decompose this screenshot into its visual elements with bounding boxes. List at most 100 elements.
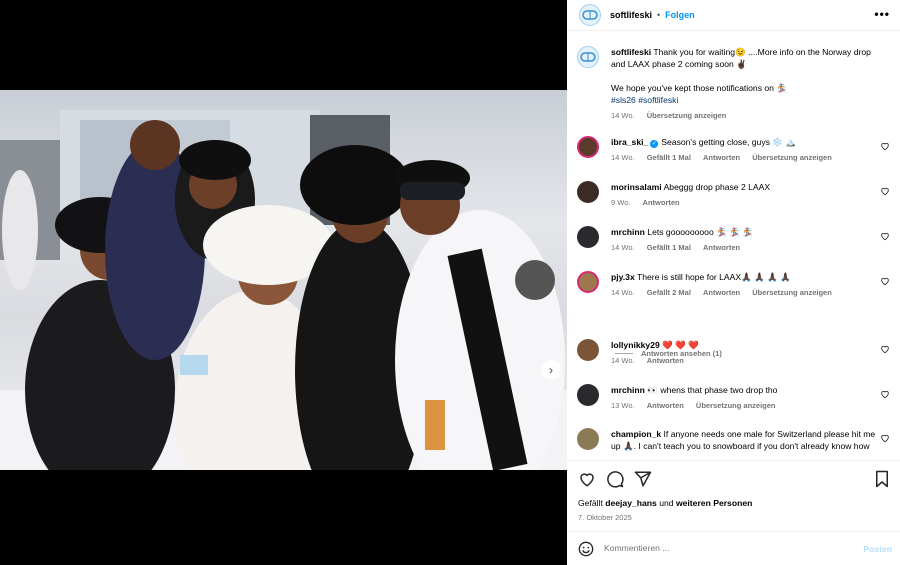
reply-button[interactable]: Antworten <box>703 243 740 252</box>
caption-username[interactable]: softlifeski <box>611 47 651 57</box>
follow-button[interactable]: Folgen <box>665 10 695 20</box>
avatar[interactable] <box>577 46 599 68</box>
comment-age: 9 Wo. <box>611 198 631 207</box>
comments-list[interactable]: softlifeski Thank you for waiting😉 ....M… <box>567 36 900 460</box>
translate-link[interactable]: Übersetzung anzeigen <box>752 288 832 297</box>
post-date[interactable]: 7. Oktober 2025 <box>578 513 632 522</box>
comment-text: Season's getting close, guys ❄️ 🏔️ <box>661 137 797 147</box>
header-separator: • <box>657 10 661 20</box>
group-photo-illustration <box>0 110 567 470</box>
comment-body: lollynikky29 ❤️ ❤️ ❤️ 14 Wo. Antworten <box>611 339 881 367</box>
translate-link[interactable]: Übersetzung anzeigen <box>696 401 776 410</box>
chevron-right-icon: › <box>549 363 553 377</box>
reply-button[interactable]: Antworten <box>647 356 684 365</box>
comment-button[interactable] <box>606 470 624 493</box>
comment-input[interactable] <box>604 543 834 553</box>
next-slide-button[interactable]: › <box>541 360 561 380</box>
heart-icon[interactable] <box>880 389 890 399</box>
save-button[interactable] <box>874 470 890 493</box>
like-button[interactable] <box>578 470 596 493</box>
action-bar <box>578 470 652 493</box>
share-button[interactable] <box>634 470 652 493</box>
comment-meta: 14 Wo. Gefällt 2 Mal Antworten Übersetzu… <box>611 287 881 299</box>
header-divider <box>567 30 900 31</box>
avatar[interactable] <box>577 181 599 203</box>
post-footer: Gefällt deejay_hans und weiteren Persone… <box>567 460 900 565</box>
comment-username[interactable]: morinsalami <box>611 182 662 192</box>
avatar[interactable] <box>577 271 599 293</box>
comment-likes[interactable]: Gefällt 1 Mal <box>647 153 691 162</box>
comment-meta: 13 Wo. Antworten Übersetzung anzeigen <box>611 400 881 412</box>
comment-age: 14 Wo. <box>611 243 635 252</box>
heart-icon <box>580 473 594 487</box>
avatar[interactable] <box>577 384 599 406</box>
post-username[interactable]: softlifeski <box>610 10 652 20</box>
comment-body: pjy.3x There is still hope for LAAX🙏🏿 🙏🏿… <box>611 271 881 299</box>
comment-body: mrchinn 👀 whens that phase two drop tho … <box>611 384 881 412</box>
emoji-button[interactable] <box>578 541 594 562</box>
post-media: › <box>0 0 567 565</box>
comment-text: Lets gooooooooo 🏂 🏂 🏂 <box>647 227 753 237</box>
comment-age: 14 Wo. <box>611 356 635 365</box>
post-details-panel: softlifeski • Folgen ••• softlifeski Tha… <box>567 0 900 565</box>
likes-prefix: Gefällt <box>578 498 603 508</box>
comment-age: 14 Wo. <box>611 153 635 162</box>
reply-button[interactable]: Antworten <box>643 198 680 207</box>
comment-text: 👀 whens that phase two drop tho <box>647 385 778 395</box>
comment-username[interactable]: lollynikky29 <box>611 340 660 350</box>
avatar[interactable] <box>577 339 599 361</box>
post-comment-button[interactable]: Posten <box>863 544 892 554</box>
heart-icon[interactable] <box>880 141 890 151</box>
caption-hashtags[interactable]: #sls26 #softlifeski <box>611 94 881 106</box>
comment-age: 14 Wo. <box>611 288 635 297</box>
goggles-icon <box>582 10 598 20</box>
avatar[interactable] <box>577 136 599 158</box>
emoji-icon <box>578 541 594 557</box>
reply-button[interactable]: Antworten <box>703 288 740 297</box>
add-comment-bar: Posten <box>567 531 900 565</box>
likes-user[interactable]: deejay_hans <box>605 498 657 508</box>
comment-body: champion_k If anyone needs one male for … <box>611 428 881 452</box>
likes-rest[interactable]: weiteren Personen <box>676 498 752 508</box>
translate-link[interactable]: Übersetzung anzeigen <box>752 153 832 162</box>
avatar[interactable] <box>579 4 601 26</box>
verified-icon: ✓ <box>650 140 659 148</box>
comment-meta: 9 Wo. Antworten <box>611 197 881 209</box>
comment-text: There is still hope for LAAX🙏🏿 🙏🏿 🙏🏿 🙏🏿 <box>636 272 792 282</box>
post-photo[interactable]: › <box>0 90 567 470</box>
comment-icon <box>607 471 624 488</box>
comment-likes[interactable]: Gefällt 1 Mal <box>647 243 691 252</box>
comment-username[interactable]: pjy.3x <box>611 272 635 282</box>
comment-age: 13 Wo. <box>611 401 635 410</box>
likes-summary: Gefällt deejay_hans und weiteren Persone… <box>578 498 752 508</box>
share-icon <box>634 471 652 487</box>
avatar[interactable] <box>577 226 599 248</box>
caption-body: softlifeski Thank you for waiting😉 ....M… <box>611 46 881 122</box>
caption-age: 14 Wo. <box>611 111 635 120</box>
comment-meta: 14 Wo. Gefällt 1 Mal Antworten <box>611 242 881 254</box>
heart-icon[interactable] <box>880 231 890 241</box>
heart-icon[interactable] <box>880 186 890 196</box>
comment-username[interactable]: ibra_ski_ <box>611 137 648 147</box>
reply-button[interactable]: Antworten <box>647 401 684 410</box>
comment-username[interactable]: mrchinn <box>611 227 645 237</box>
bookmark-icon <box>876 470 888 488</box>
comment-username[interactable]: mrchinn <box>611 385 645 395</box>
heart-icon[interactable] <box>880 344 890 354</box>
heart-icon[interactable] <box>880 276 890 286</box>
caption-meta: 14 Wo. Übersetzung anzeigen <box>611 110 881 122</box>
comment-body: morinsalami Abeggg drop phase 2 LAAX 9 W… <box>611 181 881 209</box>
comment-body: mrchinn Lets gooooooooo 🏂 🏂 🏂 14 Wo. Gef… <box>611 226 881 254</box>
avatar[interactable] <box>577 428 599 450</box>
comment-username[interactable]: champion_k <box>611 429 661 439</box>
comment-text: ❤️ ❤️ ❤️ <box>662 340 700 350</box>
more-icon[interactable]: ••• <box>874 7 890 21</box>
comment-body: ibra_ski_ ✓ Season's getting close, guys ❄… <box>611 136 881 164</box>
comment-text: Abeggg drop phase 2 LAAX <box>663 182 771 192</box>
comment-likes[interactable]: Gefällt 2 Mal <box>647 288 691 297</box>
heart-icon[interactable] <box>880 433 890 443</box>
translate-link[interactable]: Übersetzung anzeigen <box>647 111 727 120</box>
comment-meta: 14 Wo. Antworten <box>611 355 881 367</box>
comment-meta: 14 Wo. Gefällt 1 Mal Antworten Übersetzu… <box>611 152 881 164</box>
reply-button[interactable]: Antworten <box>703 153 740 162</box>
